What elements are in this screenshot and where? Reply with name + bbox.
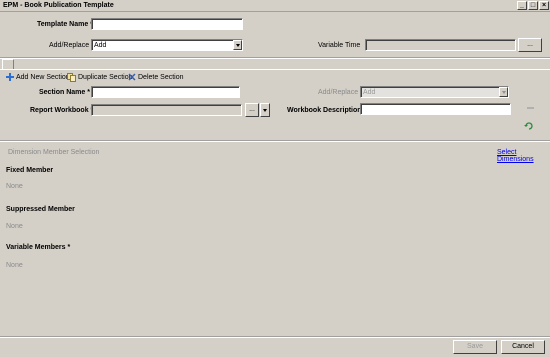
suppressed-member-value: None: [6, 223, 23, 230]
cancel-button[interactable]: Cancel: [501, 340, 545, 354]
duplicate-icon: [67, 72, 76, 82]
variable-time-input[interactable]: [365, 39, 516, 51]
header-divider: [0, 57, 550, 59]
small-grip-icon: [527, 107, 534, 109]
add-section-button[interactable]: Add New Section: [6, 72, 70, 82]
report-workbook-dropdown-button[interactable]: [260, 103, 270, 117]
tab-strip-line: [0, 69, 550, 70]
add-replace-select[interactable]: Add: [91, 39, 243, 51]
dimension-header: Dimension Member Selection: [8, 149, 100, 156]
window-title: EPM - Book Publication Template: [3, 2, 114, 9]
add-replace-value: Add: [94, 42, 107, 49]
fixed-member-label: Fixed Member: [6, 167, 54, 174]
delete-section-label: Delete Section: [138, 73, 184, 81]
minimize-button[interactable]: _: [517, 1, 527, 10]
suppressed-member-label: Suppressed Member: [6, 206, 75, 213]
workbook-description-label: Workbook Description *: [287, 107, 367, 114]
variable-members-value: None: [6, 262, 23, 269]
duplicate-section-label: Duplicate Section: [78, 73, 133, 81]
chevron-down-icon: [263, 109, 267, 112]
section-divider: [0, 140, 550, 142]
maximize-button[interactable]: □: [528, 1, 538, 10]
add-replace-label: Add/Replace: [49, 42, 90, 49]
footer-divider: [0, 336, 550, 338]
save-button[interactable]: Save: [453, 340, 497, 354]
delete-icon: [128, 73, 136, 81]
close-button[interactable]: ×: [539, 1, 549, 10]
section-add-replace-select[interactable]: Add: [360, 86, 509, 98]
delete-section-button[interactable]: Delete Section: [128, 72, 184, 82]
chevron-down-icon[interactable]: [499, 87, 508, 97]
plus-icon: [6, 73, 14, 81]
section-add-replace-label: Add/Replace: [318, 89, 359, 96]
variable-time-browse-button[interactable]: ...: [518, 38, 542, 52]
add-section-label: Add New Section: [16, 73, 70, 81]
section-name-input[interactable]: [91, 86, 240, 98]
section-name-label: Section Name *: [39, 89, 90, 96]
section-add-replace-value: Add: [363, 89, 376, 96]
select-dimensions-link[interactable]: Select Dimensions: [497, 149, 550, 163]
report-workbook-label: Report Workbook *: [30, 107, 94, 114]
variable-time-label: Variable Time: [318, 42, 361, 49]
title-bar: EPM - Book Publication Template _ □ ×: [0, 0, 550, 12]
duplicate-section-button[interactable]: Duplicate Section: [67, 72, 132, 82]
variable-members-label: Variable Members *: [6, 244, 71, 251]
template-name-input[interactable]: [91, 18, 243, 30]
report-workbook-browse-button[interactable]: ...: [245, 103, 259, 117]
workbook-description-input[interactable]: [360, 103, 511, 115]
chevron-down-icon[interactable]: [233, 40, 242, 50]
template-name-label: Template Name *: [37, 21, 93, 28]
refresh-icon[interactable]: [524, 121, 534, 130]
fixed-member-value: None: [6, 183, 23, 190]
report-workbook-input[interactable]: [91, 104, 242, 116]
